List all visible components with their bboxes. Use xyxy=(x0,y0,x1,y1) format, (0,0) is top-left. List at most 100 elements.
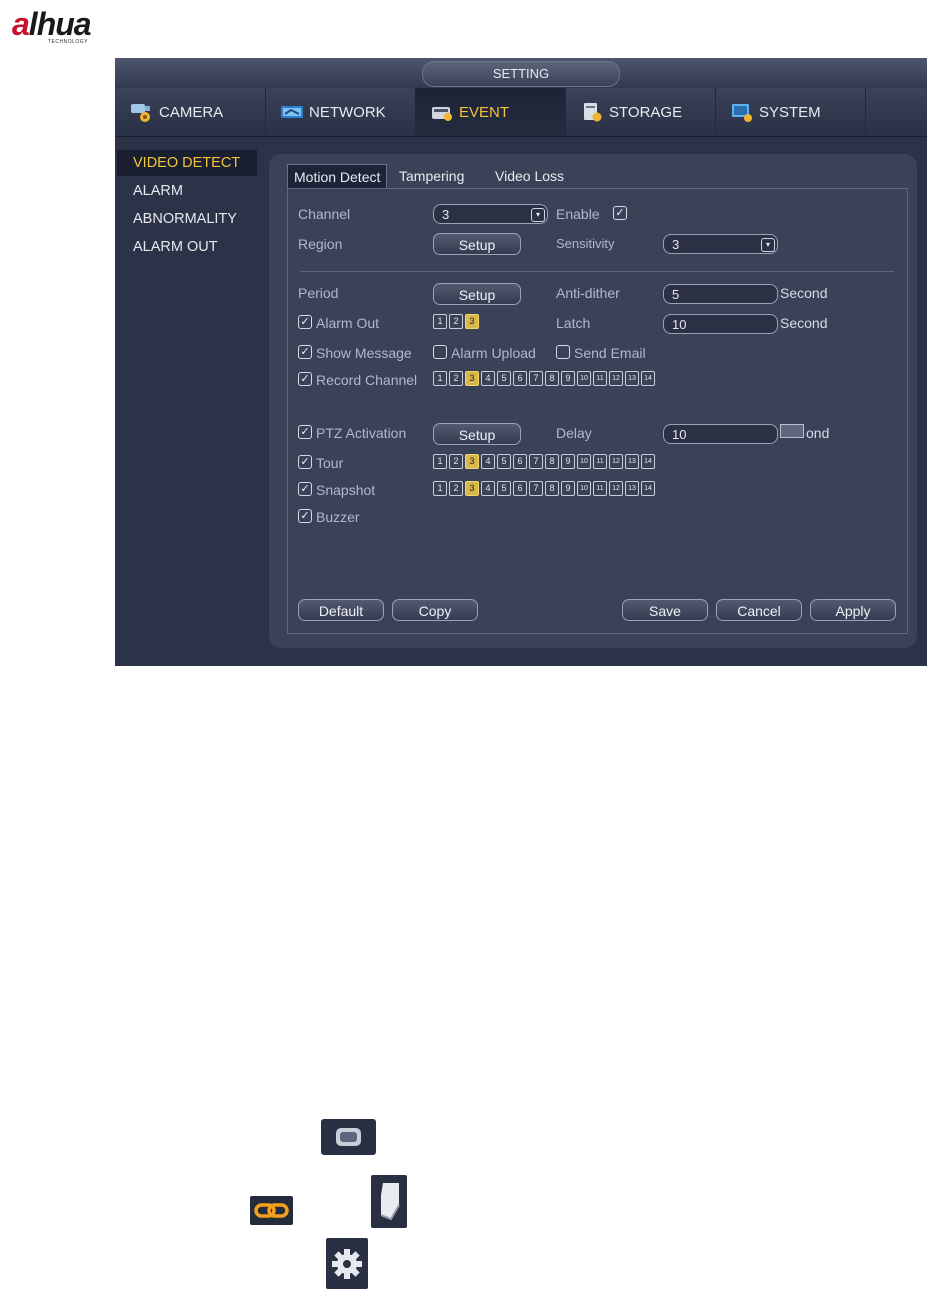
show-message-checkbox[interactable]: ✓ xyxy=(298,345,312,359)
record-channel-label: Record Channel xyxy=(316,372,418,388)
sensitivity-select[interactable]: 3 ▾ xyxy=(663,234,778,254)
tab-tampering[interactable]: Tampering xyxy=(393,164,470,188)
buzzer-checkbox[interactable]: ✓ xyxy=(298,509,312,523)
record-channel-num[interactable]: 6 xyxy=(513,371,527,386)
alarm-out-label: Alarm Out xyxy=(316,315,380,331)
snapshot-channel-num[interactable]: 9 xyxy=(561,481,575,496)
region-setup-button[interactable]: Setup xyxy=(433,233,521,255)
sidebar-item-video-detect[interactable]: VIDEO DETECT xyxy=(117,150,257,176)
tab-network[interactable]: NETWORK xyxy=(265,88,416,136)
tour-channel-num[interactable]: 8 xyxy=(545,454,559,469)
record-channel-num[interactable]: 4 xyxy=(481,371,495,386)
tour-channel-num[interactable]: 2 xyxy=(449,454,463,469)
tab-event[interactable]: EVENT xyxy=(415,88,566,136)
gear-icon xyxy=(326,1238,368,1289)
record-channel-num[interactable]: 9 xyxy=(561,371,575,386)
tour-channel-num[interactable]: 1 xyxy=(433,454,447,469)
anti-dither-input[interactable]: 5 xyxy=(663,284,778,304)
tour-channel-num[interactable]: 7 xyxy=(529,454,543,469)
system-icon xyxy=(729,101,755,123)
snapshot-channel-num[interactable]: 2 xyxy=(449,481,463,496)
alarm-out-num[interactable]: 2 xyxy=(449,314,463,329)
tour-channel-num[interactable]: 5 xyxy=(497,454,511,469)
tab-storage-label: STORAGE xyxy=(609,103,683,121)
anti-dither-unit: Second xyxy=(780,285,828,301)
record-channel-num[interactable]: 10 xyxy=(577,371,591,386)
apply-button[interactable]: Apply xyxy=(810,599,896,621)
copy-button[interactable]: Copy xyxy=(392,599,478,621)
tour-channel-num[interactable]: 10 xyxy=(577,454,591,469)
event-icon xyxy=(429,101,455,123)
chevron-down-icon: ▾ xyxy=(531,208,545,222)
ptz-activation-checkbox[interactable]: ✓ xyxy=(298,425,312,439)
tab-system[interactable]: SYSTEM xyxy=(715,88,866,136)
tour-channel-num[interactable]: 12 xyxy=(609,454,623,469)
tour-channel-num[interactable]: 13 xyxy=(625,454,639,469)
record-channel-num[interactable]: 2 xyxy=(449,371,463,386)
sidebar-item-abnormality[interactable]: ABNORMALITY xyxy=(117,206,257,232)
tab-video-loss[interactable]: Video Loss xyxy=(489,164,570,188)
keyboard-icon[interactable] xyxy=(780,424,804,438)
tour-channel-num[interactable]: 3 xyxy=(465,454,479,469)
record-channel-num[interactable]: 8 xyxy=(545,371,559,386)
snapshot-checkbox[interactable]: ✓ xyxy=(298,482,312,496)
tab-storage[interactable]: STORAGE xyxy=(565,88,716,136)
channel-select[interactable]: 3 ▾ xyxy=(433,204,548,224)
snapshot-channel-num[interactable]: 1 xyxy=(433,481,447,496)
tour-channel-num[interactable]: 4 xyxy=(481,454,495,469)
alarm-out-checkbox[interactable]: ✓ xyxy=(298,315,312,329)
delay-unit: ond xyxy=(806,425,830,441)
storage-icon xyxy=(579,101,605,123)
snapshot-channel-num[interactable]: 3 xyxy=(465,481,479,496)
snapshot-channel-num[interactable]: 14 xyxy=(641,481,655,496)
tour-channel-num[interactable]: 11 xyxy=(593,454,607,469)
ptz-setup-button[interactable]: Setup xyxy=(433,423,521,445)
record-channel-num[interactable]: 7 xyxy=(529,371,543,386)
delay-input[interactable]: 10 xyxy=(663,424,778,444)
snapshot-channel-num[interactable]: 4 xyxy=(481,481,495,496)
tour-channel-num[interactable]: 6 xyxy=(513,454,527,469)
cancel-button[interactable]: Cancel xyxy=(716,599,802,621)
default-button[interactable]: Default xyxy=(298,599,384,621)
alarm-upload-label: Alarm Upload xyxy=(451,345,536,361)
snapshot-channel-num[interactable]: 11 xyxy=(593,481,607,496)
period-setup-button[interactable]: Setup xyxy=(433,283,521,305)
show-message-label: Show Message xyxy=(316,345,412,361)
send-email-checkbox[interactable] xyxy=(556,345,570,359)
alarm-out-num[interactable]: 3 xyxy=(465,314,479,329)
snapshot-channel-num[interactable]: 13 xyxy=(625,481,639,496)
tour-checkbox[interactable]: ✓ xyxy=(298,455,312,469)
dahua-logo: alhua TECHNOLOGY xyxy=(8,6,128,46)
record-channel-num[interactable]: 5 xyxy=(497,371,511,386)
latch-input[interactable]: 10 xyxy=(663,314,778,334)
sensitivity-value: 3 xyxy=(672,237,680,252)
snapshot-channel-num[interactable]: 6 xyxy=(513,481,527,496)
tab-system-label: SYSTEM xyxy=(759,103,821,121)
network-icon xyxy=(279,101,305,123)
alarm-out-num[interactable]: 1 xyxy=(433,314,447,329)
snapshot-channel-num[interactable]: 12 xyxy=(609,481,623,496)
record-channel-num[interactable]: 14 xyxy=(641,371,655,386)
tab-motion-detect[interactable]: Motion Detect xyxy=(287,164,388,189)
sidebar-item-alarm[interactable]: ALARM xyxy=(117,178,257,204)
sidebar-item-alarm-out[interactable]: ALARM OUT xyxy=(117,234,257,260)
record-channel-num[interactable]: 12 xyxy=(609,371,623,386)
snapshot-channel-num[interactable]: 7 xyxy=(529,481,543,496)
tour-channel-num[interactable]: 14 xyxy=(641,454,655,469)
record-channel-checkbox[interactable]: ✓ xyxy=(298,372,312,386)
logo-text: alhua xyxy=(12,6,92,42)
snapshot-channel-num[interactable]: 10 xyxy=(577,481,591,496)
record-channel-num[interactable]: 1 xyxy=(433,371,447,386)
record-channel-num[interactable]: 11 xyxy=(593,371,607,386)
record-channel-num[interactable]: 3 xyxy=(465,371,479,386)
alarm-upload-checkbox[interactable] xyxy=(433,345,447,359)
enable-checkbox[interactable]: ✓ xyxy=(613,206,627,220)
save-button[interactable]: Save xyxy=(622,599,708,621)
snapshot-channel-num[interactable]: 8 xyxy=(545,481,559,496)
tab-camera[interactable]: CAMERA xyxy=(115,88,266,136)
content-panel: Motion Detect Tampering Video Loss Chann… xyxy=(269,154,917,648)
record-channel-num[interactable]: 13 xyxy=(625,371,639,386)
snapshot-channel-num[interactable]: 5 xyxy=(497,481,511,496)
latch-unit: Second xyxy=(780,315,828,331)
tour-channel-num[interactable]: 9 xyxy=(561,454,575,469)
